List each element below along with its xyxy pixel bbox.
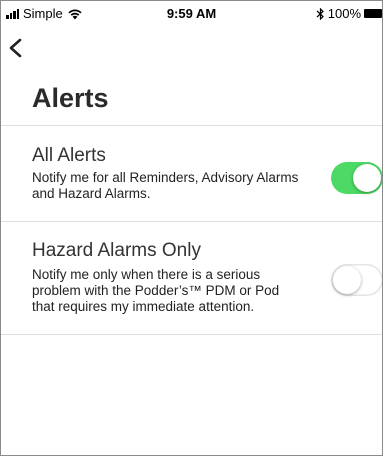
divider [1,221,382,222]
divider [1,334,382,335]
toggle-knob [353,164,381,192]
status-bar: Simple 9:59 AM 100% [1,1,382,27]
toggle-knob [333,266,361,294]
hazard-alarms-only-toggle[interactable] [331,264,382,296]
battery-icon [364,9,382,18]
option-description: Notify me only when there is a serious p… [32,267,280,314]
all-alerts-toggle[interactable] [331,162,382,194]
bluetooth-icon [316,7,324,20]
option-description: Notify me for all Reminders, Advisory Al… [32,170,299,201]
page-title: Alerts [32,83,109,113]
screen: Simple 9:59 AM 100% Alerts All Alerts No… [0,0,383,456]
status-right: 100% [316,6,382,21]
back-chevron-icon[interactable] [7,35,27,61]
battery-percent: 100% [327,6,361,21]
divider [1,125,382,126]
option-title: Hazard Alarms Only [32,240,201,261]
option-title: All Alerts [32,145,106,166]
